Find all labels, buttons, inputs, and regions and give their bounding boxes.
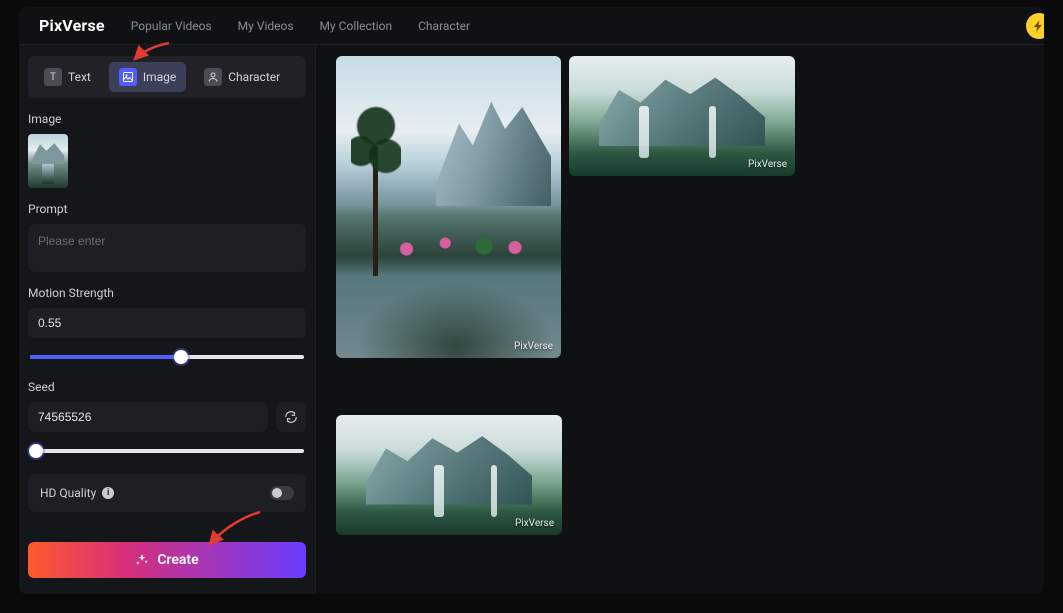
mode-image-button[interactable]: Image [109, 62, 186, 92]
sidebar: T Text Image Character [19, 45, 316, 594]
nav-my-videos[interactable]: My Videos [238, 19, 294, 33]
prompt-label: Prompt [28, 202, 306, 216]
create-label: Create [157, 552, 198, 568]
seed-slider[interactable] [28, 442, 306, 460]
mode-text-label: Text [68, 70, 91, 84]
hd-quality-row: HD Quality i [28, 474, 306, 512]
hd-toggle[interactable] [270, 486, 294, 500]
sparkle-icon [135, 553, 149, 567]
result-tile[interactable]: PixVerse [569, 56, 795, 176]
nav-popular-videos[interactable]: Popular Videos [131, 19, 212, 33]
mode-character-button[interactable]: Character [194, 62, 290, 92]
result-tile[interactable]: PixVerse [336, 56, 561, 358]
mode-image-label: Image [143, 70, 176, 84]
motion-slider[interactable] [28, 348, 306, 366]
watermark: PixVerse [514, 341, 553, 352]
refresh-icon [284, 410, 298, 424]
motion-label: Motion Strength [28, 286, 306, 300]
seed-input[interactable] [38, 410, 258, 424]
gallery: PixVerse PixVerse PixVerse [316, 45, 1044, 594]
hd-label: HD Quality [40, 486, 96, 500]
credits-icon[interactable] [1026, 13, 1044, 39]
text-icon: T [44, 68, 62, 86]
mode-switch: T Text Image Character [28, 56, 306, 98]
watermark: PixVerse [515, 518, 554, 529]
nav-my-collection[interactable]: My Collection [320, 19, 393, 33]
top-nav: PixVerse Popular Videos My Videos My Col… [19, 7, 1044, 45]
nav-character[interactable]: Character [418, 19, 470, 33]
info-icon[interactable]: i [102, 487, 114, 499]
mode-text-button[interactable]: T Text [34, 62, 101, 92]
character-icon [204, 68, 222, 86]
brand-logo: PixVerse [39, 16, 105, 35]
prompt-input[interactable] [38, 234, 296, 248]
motion-value-input[interactable] [38, 316, 296, 330]
seed-refresh-button[interactable] [276, 402, 306, 432]
watermark: PixVerse [748, 159, 787, 170]
mode-character-label: Character [228, 70, 280, 84]
seed-label: Seed [28, 380, 306, 394]
create-button[interactable]: Create [28, 542, 306, 578]
image-icon [119, 68, 137, 86]
result-tile[interactable]: PixVerse [336, 415, 562, 535]
source-image-thumbnail[interactable] [28, 134, 68, 188]
image-section-label: Image [28, 112, 306, 126]
